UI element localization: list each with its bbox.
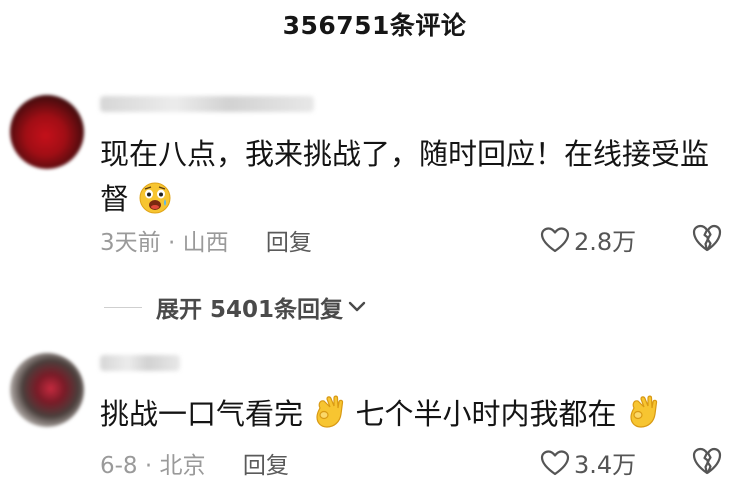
like-count: 3.4万: [574, 451, 637, 479]
like-button[interactable]: 2.8万: [540, 222, 636, 257]
comments-count-title: 356751条评论: [282, 11, 467, 40]
comment-text: 现在八点，我来挑战了，随时回应！在线接受监督: [100, 132, 720, 228]
comment-text: 挑战一口气看完 七个半小时内我都在: [100, 392, 740, 443]
username-blurred[interactable]: [100, 96, 314, 112]
comment-time-location: 6-8 · 北京: [100, 453, 206, 479]
broken-heart-icon: [692, 224, 722, 252]
expand-replies-button[interactable]: 展开 5401条回复: [104, 290, 367, 324]
comment-text-content: 现在八点，我来挑战了，随时回应！在线接受监督: [100, 137, 710, 216]
reply-button[interactable]: 回复: [243, 453, 289, 479]
like-button[interactable]: 3.4万: [540, 445, 636, 480]
reply-button[interactable]: 回复: [266, 230, 312, 256]
dislike-button[interactable]: [691, 223, 723, 257]
heart-icon: [540, 449, 570, 475]
comment-time-location: 3天前 · 山西: [100, 230, 229, 256]
chevron-down-icon: [348, 301, 366, 312]
like-count: 2.8万: [574, 228, 637, 256]
broken-heart-icon: [692, 447, 722, 475]
avatar[interactable]: [10, 353, 84, 427]
comment-text-content: 七个半小时内我都在: [355, 397, 617, 431]
avatar[interactable]: [10, 95, 84, 169]
comment-text-content: 挑战一口气看完: [100, 397, 304, 431]
scream-face-icon: [138, 181, 172, 228]
expand-replies-label: 展开 5401条回复: [156, 297, 344, 323]
comment-meta: 6-8 · 北京 回复: [100, 446, 289, 480]
comment-meta: 3天前 · 山西 回复: [100, 223, 312, 257]
dislike-button[interactable]: [691, 446, 723, 480]
heart-icon: [540, 226, 570, 252]
ok-hand-icon: [626, 394, 660, 443]
divider-line: [104, 306, 142, 308]
username-blurred[interactable]: [100, 355, 180, 371]
ok-hand-icon: [312, 394, 346, 443]
